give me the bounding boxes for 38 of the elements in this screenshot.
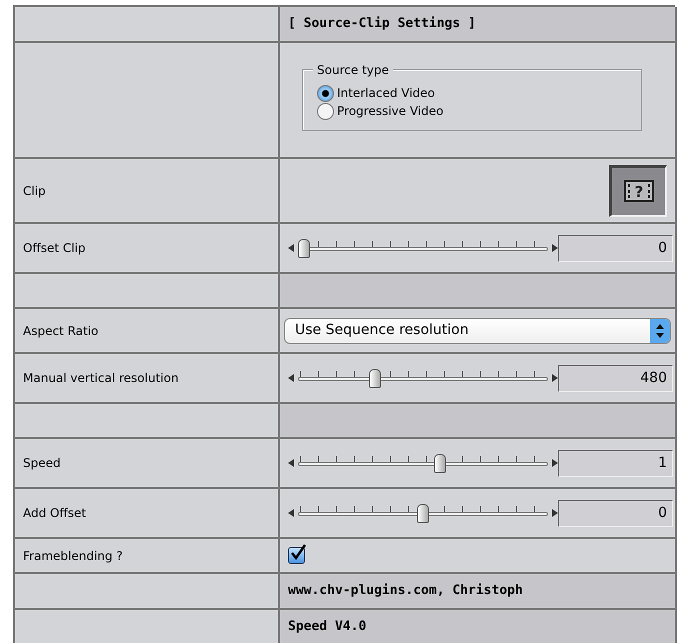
slider-thumb[interactable] <box>434 454 446 473</box>
info-text: www.chv-plugins.com, Christoph <box>288 582 523 600</box>
value-field[interactable]: 0 <box>558 234 673 262</box>
radio-option[interactable]: Interlaced Video <box>317 84 631 102</box>
right-arrow-icon[interactable] <box>552 244 558 252</box>
slider-thumb[interactable] <box>369 369 382 388</box>
slider-track[interactable] <box>298 368 548 388</box>
field-label: Speed <box>23 455 61 472</box>
value-field[interactable]: 0 <box>558 500 673 526</box>
value-field[interactable]: 480 <box>558 364 673 392</box>
checkbox[interactable] <box>288 547 305 564</box>
section-title: [ Source-Clip Settings ] <box>288 15 476 34</box>
slider-track[interactable] <box>298 453 548 473</box>
right-arrow-icon[interactable] <box>552 509 558 517</box>
slider-track[interactable] <box>298 503 548 523</box>
field-label: Aspect Ratio <box>23 322 98 340</box>
film-question-icon: ? <box>624 180 654 202</box>
dropdown-select[interactable]: Use Sequence resolution <box>284 318 671 344</box>
checkmark-icon <box>289 544 307 562</box>
field-label: Clip <box>23 182 46 200</box>
left-arrow-icon[interactable] <box>288 244 294 252</box>
field-label: Manual vertical resolution <box>23 370 179 387</box>
field-label: Add Offset <box>23 505 86 522</box>
info-text: Speed V4.0 <box>288 618 366 636</box>
field-label: Offset Clip <box>23 240 86 257</box>
slider-thumb[interactable] <box>298 239 310 258</box>
checkbox-label: Frameblending ? <box>23 548 123 564</box>
left-arrow-icon[interactable] <box>288 459 294 467</box>
left-arrow-icon[interactable] <box>288 509 294 517</box>
slider-thumb[interactable] <box>417 504 429 523</box>
clip-button[interactable]: ? <box>609 164 667 216</box>
left-arrow-icon[interactable] <box>288 374 294 382</box>
right-arrow-icon[interactable] <box>552 459 558 467</box>
radio-option[interactable]: Progressive Video <box>317 102 631 120</box>
stepper-arrows-icon[interactable] <box>650 318 670 342</box>
slider-track[interactable] <box>298 238 548 258</box>
value-field[interactable]: 1 <box>558 450 673 476</box>
right-arrow-icon[interactable] <box>552 374 558 382</box>
